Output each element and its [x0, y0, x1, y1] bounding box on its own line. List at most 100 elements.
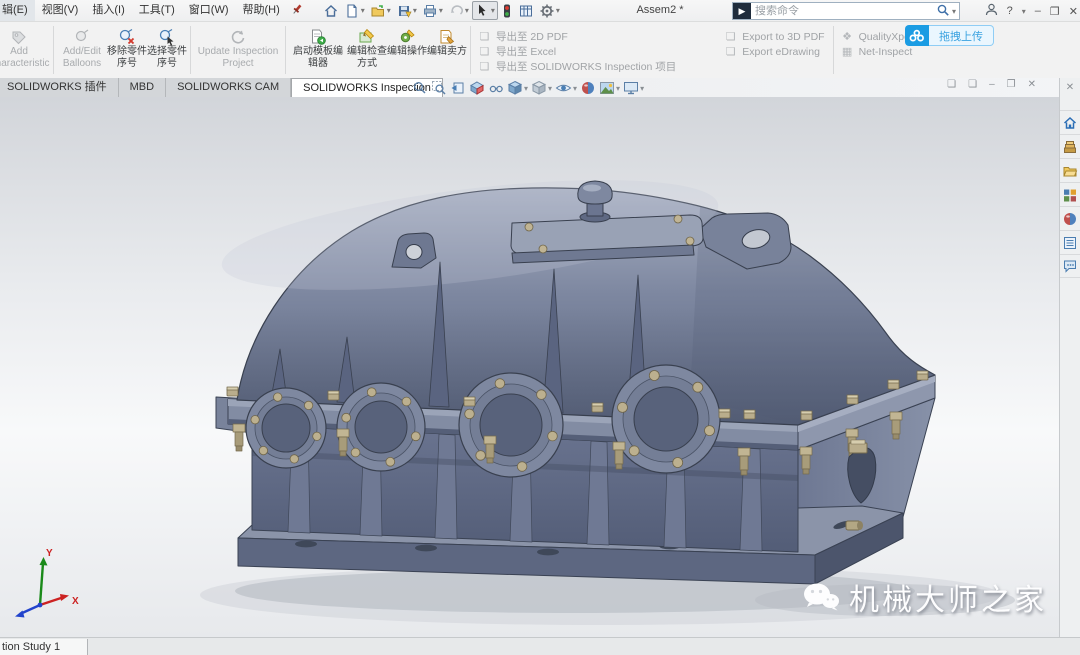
dropdown-icon[interactable]: ▾: [556, 6, 560, 15]
bearing-boss-4[interactable]: [612, 365, 720, 473]
menu-help[interactable]: 帮助(H): [236, 0, 287, 21]
custom-properties-icon[interactable]: [1060, 230, 1080, 254]
update-inspection-project-button: Update Inspection Project: [194, 22, 282, 78]
dropdown-icon[interactable]: ▾: [548, 84, 552, 93]
section-view-icon[interactable]: [469, 80, 485, 96]
balloon-remove-icon: [118, 27, 136, 46]
edit-inspection-methods-button[interactable]: 编辑检查方式: [347, 22, 387, 78]
tab-solidworks-addins[interactable]: SOLIDWORKS 插件: [0, 78, 119, 97]
search-dropdown-icon[interactable]: ▾: [952, 7, 956, 16]
pin-menu-icon[interactable]: [291, 3, 303, 18]
netdisk-cloud-icon: [905, 25, 929, 46]
command-tab-band: SOLIDWORKS 插件 MBD SOLIDWORKS CAM SOLIDWO…: [0, 78, 1080, 97]
net-inspect-icon: ▦: [841, 45, 854, 58]
export-column-2: ❏Export to 3D PDF ❏Export eDrawing: [718, 22, 824, 78]
appearances-scenes-icon[interactable]: [1060, 206, 1080, 230]
dropdown-icon[interactable]: ▾: [491, 6, 495, 15]
solidworks-forum-icon[interactable]: [1060, 254, 1080, 278]
print-icon[interactable]: ▾: [420, 2, 445, 20]
wechat-icon: [801, 581, 841, 613]
view-orientation-icon[interactable]: ▾: [507, 80, 528, 96]
solidworks-resources-icon[interactable]: [1060, 110, 1080, 134]
task-scheduler-icon[interactable]: [516, 2, 536, 20]
menu-edit[interactable]: 辑(E): [0, 0, 35, 21]
menu-window[interactable]: 窗口(W): [182, 0, 236, 21]
display-style-icon[interactable]: ▾: [531, 80, 552, 96]
menu-bar: 辑(E) 视图(V) 插入(I) 工具(T) 窗口(W) 帮助(H) ▾ ▾ ▾…: [0, 0, 1080, 22]
bearing-boss-1[interactable]: [246, 388, 326, 468]
export-2d-pdf: ❏导出至 2D PDF: [478, 29, 676, 44]
zoom-to-fit-icon[interactable]: [412, 80, 428, 96]
home-icon[interactable]: [321, 2, 341, 20]
doc-minimize-button[interactable]: –: [989, 79, 995, 90]
cascade-windows-icon[interactable]: ❏: [947, 79, 956, 90]
tab-mbd[interactable]: MBD: [119, 78, 166, 97]
dropdown-icon[interactable]: ▾: [524, 84, 528, 93]
doc-close-button[interactable]: ✕: [1028, 79, 1036, 90]
search-icon[interactable]: [936, 3, 950, 20]
new-document-icon[interactable]: ▾: [342, 2, 367, 20]
restore-button[interactable]: ❐: [1050, 5, 1060, 18]
menu-view[interactable]: 视图(V): [35, 0, 86, 21]
export-excel: ❏导出至 Excel: [478, 44, 676, 59]
tile-windows-icon[interactable]: ❏: [968, 79, 977, 90]
menu-tools[interactable]: 工具(T): [132, 0, 182, 21]
user-account-icon[interactable]: [985, 3, 998, 19]
remove-balloons-button[interactable]: 移除零件序号: [107, 22, 147, 78]
open-document-icon[interactable]: ▾: [368, 2, 393, 20]
graphics-area[interactable]: X Y 机械大师之家: [0, 97, 1059, 637]
doc-restore-button[interactable]: ❐: [1007, 79, 1016, 90]
launch-template-editor-button[interactable]: 启动模板编辑器: [289, 22, 347, 78]
balloon-icon: [73, 27, 91, 46]
close-button[interactable]: ✕: [1069, 5, 1078, 18]
dynamic-annotation-views-icon[interactable]: [488, 80, 504, 96]
edit-appearance-icon[interactable]: [580, 80, 596, 96]
inspection-cover-plate: [511, 215, 703, 263]
file-explorer-icon[interactable]: [1060, 158, 1080, 182]
options-gear-icon[interactable]: ▾: [537, 2, 562, 20]
view-palette-icon[interactable]: [1060, 182, 1080, 206]
dropdown-icon[interactable]: ▾: [439, 6, 443, 15]
watermark-text: 机械大师之家: [849, 575, 1047, 619]
previous-view-icon[interactable]: [450, 80, 466, 96]
help-icon[interactable]: ?: [1007, 5, 1013, 17]
bearing-boss-3[interactable]: [459, 373, 563, 477]
select-cursor-icon[interactable]: ▾: [472, 1, 498, 20]
motion-study-tab[interactable]: tion Study 1: [0, 639, 88, 655]
dropdown-icon[interactable]: ▾: [361, 6, 365, 15]
export-document-icon: ❏: [478, 45, 491, 58]
netdisk-upload-overlay[interactable]: 拖拽上传: [905, 25, 994, 46]
help-dropdown-icon[interactable]: ▾: [1022, 7, 1026, 16]
dropdown-icon[interactable]: ▾: [640, 84, 644, 93]
zoom-to-area-icon[interactable]: [431, 80, 447, 96]
design-library-icon[interactable]: [1060, 134, 1080, 158]
dropdown-icon[interactable]: ▾: [413, 6, 417, 15]
dropdown-icon[interactable]: ▾: [573, 84, 577, 93]
dropdown-icon[interactable]: ▾: [387, 6, 391, 15]
select-balloons-button[interactable]: 选择零件序号: [147, 22, 187, 78]
export-inspection-project: ❏导出至 SOLIDWORKS Inspection 项目: [478, 59, 676, 74]
apply-scene-icon[interactable]: ▾: [599, 80, 620, 96]
save-document-icon[interactable]: ▾: [394, 2, 419, 20]
traffic-light-icon[interactable]: [499, 2, 515, 20]
drag-upload-button[interactable]: 拖拽上传: [929, 25, 994, 46]
edit-vendors-button[interactable]: 编辑卖方: [427, 22, 467, 78]
quick-access-toolbar: ▾ ▾ ▾ ▾ ▾ ▾ ▾: [321, 1, 562, 20]
qualityxpert-icon: ❖: [841, 30, 854, 43]
template-editor-icon: [309, 27, 327, 46]
document-title: Assem2 *: [575, 4, 745, 16]
edit-operations-button[interactable]: 编辑操作: [387, 22, 427, 78]
minimize-button[interactable]: –: [1035, 5, 1041, 17]
dropdown-icon[interactable]: ▾: [616, 84, 620, 93]
command-search[interactable]: ▶ ▾: [732, 2, 960, 20]
task-pane-close-icon[interactable]: ✕: [1066, 78, 1074, 96]
menu-insert[interactable]: 插入(I): [85, 0, 131, 21]
tab-solidworks-cam[interactable]: SOLIDWORKS CAM: [166, 78, 291, 97]
search-input[interactable]: [751, 5, 936, 17]
export-document-icon: ❏: [478, 30, 491, 43]
hide-show-items-icon[interactable]: ▾: [555, 80, 577, 96]
gearbox-3d-model[interactable]: X Y: [0, 97, 1059, 637]
bearing-boss-2[interactable]: [337, 383, 425, 471]
bottom-tab-bar: tion Study 1: [0, 637, 1080, 655]
view-settings-icon[interactable]: ▾: [623, 80, 644, 96]
